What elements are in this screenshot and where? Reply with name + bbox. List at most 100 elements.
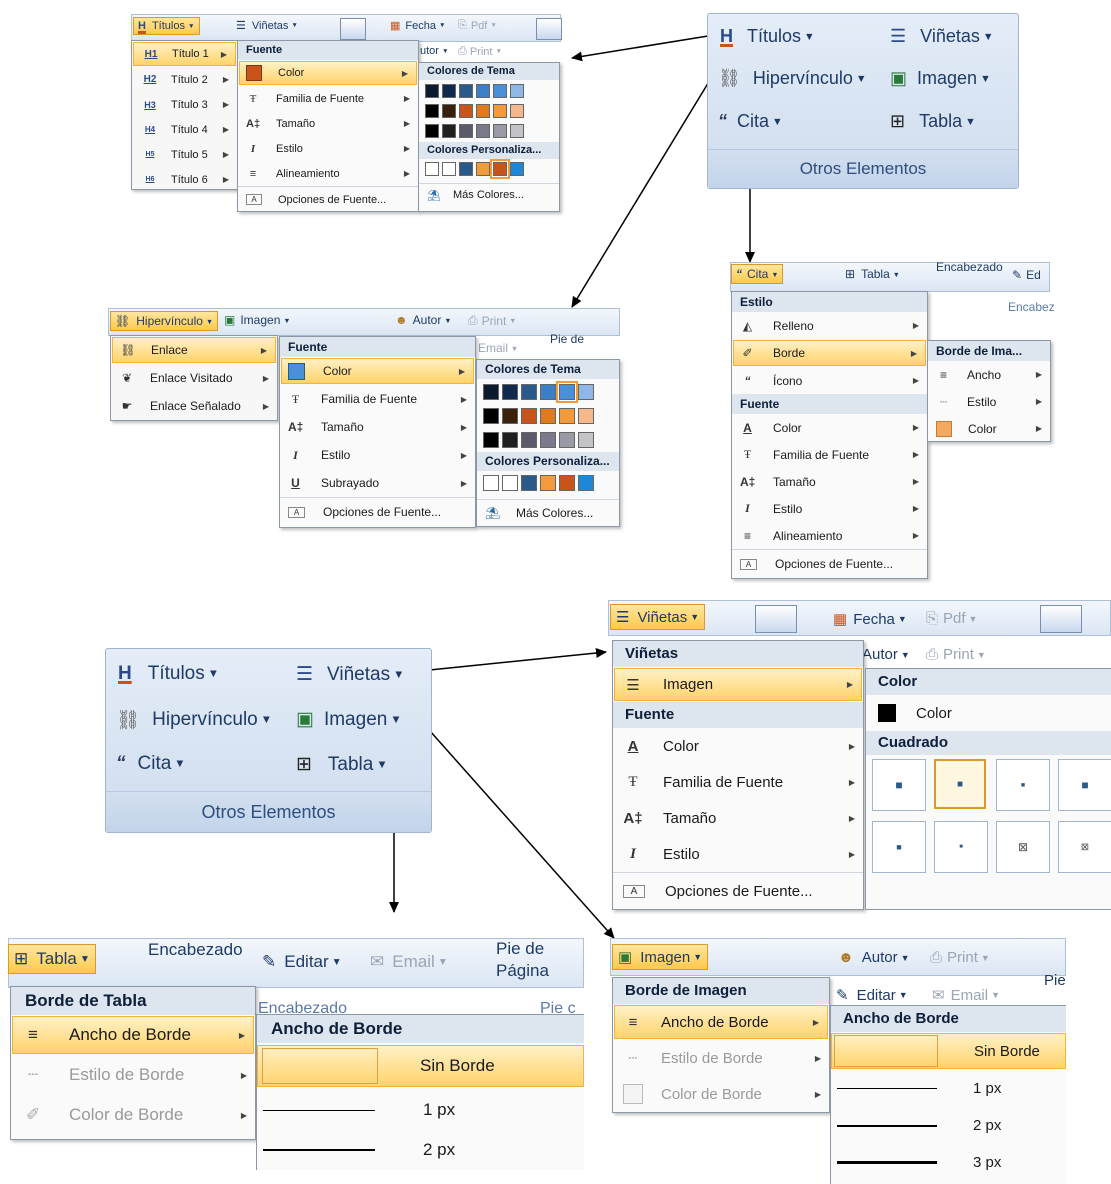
hipervinculo-button[interactable]: ⛓ Hipervínculo ▼ bbox=[718, 68, 867, 89]
color-swatch[interactable] bbox=[476, 84, 490, 98]
print-button[interactable]: ⎙ Print ▼ bbox=[926, 646, 986, 663]
menu-item-enlace[interactable]: ⛓ Enlace ▶ bbox=[112, 337, 276, 363]
option-sin-borde[interactable]: Sin Borde bbox=[257, 1045, 584, 1087]
email-ribbon-button[interactable]: ✉ Email ▼ bbox=[370, 952, 448, 972]
titulos-button[interactable]: H Títulos ▼ bbox=[118, 663, 219, 685]
color-swatch[interactable] bbox=[540, 384, 556, 400]
color-swatch[interactable] bbox=[425, 84, 439, 98]
tabla-button[interactable]: ⊞ Tabla ▼ bbox=[890, 111, 976, 132]
autor-ribbon-button[interactable]: ☻ Autor ▼ bbox=[395, 313, 451, 327]
option-1px[interactable]: 1 px bbox=[831, 1070, 1066, 1107]
menu-item-familia[interactable]: Ŧ Familia de Fuente ▶ bbox=[238, 86, 418, 111]
option-3px[interactable]: 3 px bbox=[831, 1144, 1066, 1181]
bullet-option-8[interactable]: ⊠ bbox=[1058, 821, 1111, 873]
color-swatch[interactable] bbox=[425, 104, 439, 118]
pie-pagina-label[interactable]: Pie de Página bbox=[496, 938, 549, 982]
menu-item-relleno[interactable]: ◭ Relleno ▶ bbox=[732, 312, 927, 339]
pdf-button[interactable]: ⎘ Pdf ▼ bbox=[926, 610, 977, 627]
color-swatch[interactable] bbox=[476, 124, 490, 138]
bullet-option-4[interactable]: ■ bbox=[1058, 759, 1111, 811]
vinetas-button[interactable]: ☰ Viñetas ▼ bbox=[296, 663, 404, 686]
menu-item-opciones-fuente[interactable]: A Opciones de Fuente... bbox=[280, 498, 475, 526]
menu-item-tamano[interactable]: A‡ Tamaño ▶ bbox=[613, 800, 863, 836]
menu-item-enlace-senalado[interactable]: ☛ Enlace Señalado ▶ bbox=[111, 392, 277, 420]
menu-item-imagen[interactable]: ☰ Imagen ▶ bbox=[614, 668, 862, 701]
encabezado-ribbon-label[interactable]: Encabezado bbox=[936, 260, 1003, 274]
option-2px[interactable]: 2 px bbox=[831, 1107, 1066, 1144]
mas-colores-item[interactable]: ⛱ Más Colores... bbox=[419, 184, 559, 206]
menu-item-subrayado[interactable]: U Subrayado ▶ bbox=[280, 469, 475, 497]
color-swatch[interactable] bbox=[483, 384, 499, 400]
menu-item-color[interactable]: A Color ▶ bbox=[732, 414, 927, 441]
menu-item-estilo[interactable]: I Estilo ▶ bbox=[732, 495, 927, 522]
email-ribbon-button[interactable]: Email ▼ bbox=[478, 341, 518, 355]
menu-item-bullet-color[interactable]: Color bbox=[866, 695, 1111, 731]
menu-item-titulo-6[interactable]: H6 Título 6 ▶ bbox=[132, 167, 237, 192]
vinetas-ribbon-button[interactable]: ☰ Viñetas ▼ bbox=[236, 19, 298, 33]
tabla-button[interactable]: ⊞ Tabla ▼ bbox=[296, 753, 388, 776]
color-swatch[interactable] bbox=[502, 432, 518, 448]
autor-button[interactable]: utor ▼ bbox=[420, 45, 449, 57]
menu-item-familia[interactable]: Ŧ Familia de Fuente ▶ bbox=[732, 441, 927, 468]
menu-item-estilo[interactable]: I Estilo ▶ bbox=[238, 136, 418, 161]
vinetas-button-open[interactable]: ☰ Viñetas ▼ bbox=[610, 604, 706, 630]
vinetas-button[interactable]: ☰ Viñetas ▼ bbox=[890, 26, 994, 47]
menu-item-estilo[interactable]: I Estilo ▶ bbox=[280, 441, 475, 469]
bullet-option-5[interactable]: ■ bbox=[872, 821, 926, 873]
color-swatch[interactable] bbox=[510, 162, 524, 176]
menu-item-enlace-visitado[interactable]: ❦ Enlace Visitado ▶ bbox=[111, 364, 277, 392]
fecha-button[interactable]: ▦ Fecha ▼ bbox=[390, 19, 446, 33]
menu-item-alineamiento[interactable]: ≡ Alineamiento ▶ bbox=[238, 161, 418, 186]
bullet-option-7[interactable]: ⊠ bbox=[996, 821, 1050, 873]
color-swatch[interactable] bbox=[578, 408, 594, 424]
menu-item-tamano[interactable]: A‡ Tamaño ▶ bbox=[238, 111, 418, 136]
color-swatch[interactable] bbox=[540, 475, 556, 491]
menu-item-opciones-fuente[interactable]: A Opciones de Fuente... bbox=[238, 187, 418, 212]
color-swatch[interactable] bbox=[510, 124, 524, 138]
titulos-button[interactable]: H Títulos ▼ bbox=[720, 26, 815, 47]
pdf-button[interactable]: ⎘ Pdf ▼ bbox=[458, 19, 497, 32]
menu-item-color[interactable]: Color ▶ bbox=[239, 61, 417, 85]
color-swatch[interactable] bbox=[476, 104, 490, 118]
menu-item-tamano[interactable]: A‡ Tamaño ▶ bbox=[732, 468, 927, 495]
menu-item-titulo-3[interactable]: H3 Título 3 ▶ bbox=[132, 92, 237, 117]
menu-item-tamano[interactable]: A‡ Tamaño ▶ bbox=[280, 413, 475, 441]
color-swatch[interactable] bbox=[502, 384, 518, 400]
menu-item-estilo-borde[interactable]: ┄ Estilo ▶ bbox=[928, 388, 1050, 415]
option-2px[interactable]: 2 px bbox=[257, 1131, 584, 1169]
print-button[interactable]: ⎙ Print ▼ bbox=[458, 45, 502, 58]
color-swatch[interactable] bbox=[442, 84, 456, 98]
menu-item-ancho-borde[interactable]: ≡ Ancho de Borde ▶ bbox=[614, 1005, 828, 1039]
menu-item-titulo-2[interactable]: H2 Título 2 ▶ bbox=[132, 67, 237, 92]
bullet-option-6[interactable]: ■ bbox=[934, 821, 988, 873]
color-swatch[interactable] bbox=[459, 162, 473, 176]
titulos-button-open[interactable]: H Títulos ▼ bbox=[133, 17, 200, 35]
bullet-option-2[interactable]: ■ bbox=[934, 759, 986, 809]
menu-item-color-borde[interactable]: Color de Borde ▶ bbox=[613, 1076, 829, 1112]
fecha-button[interactable]: ▦ Fecha ▼ bbox=[833, 610, 907, 629]
color-swatch[interactable] bbox=[493, 104, 507, 118]
bullet-option-3[interactable]: ■ bbox=[996, 759, 1050, 811]
color-swatch[interactable] bbox=[559, 475, 575, 491]
color-swatch[interactable] bbox=[510, 84, 524, 98]
pie-ribbon-label[interactable]: Pie bbox=[1044, 972, 1066, 989]
color-swatch[interactable] bbox=[521, 432, 537, 448]
pie-pagina-label[interactable]: Pie de bbox=[550, 332, 584, 346]
color-swatch[interactable] bbox=[540, 408, 556, 424]
tabla-ribbon-button[interactable]: ⊞ Tabla ▼ bbox=[845, 267, 900, 281]
color-swatch[interactable] bbox=[540, 432, 556, 448]
hipervinculo-button[interactable]: ⛓ Hipervínculo ▼ bbox=[116, 708, 272, 732]
color-swatch[interactable] bbox=[578, 384, 594, 400]
imagen-button[interactable]: ▣ Imagen ▼ bbox=[296, 708, 402, 731]
menu-item-titulo-1[interactable]: H1 Título 1 ▶ bbox=[133, 42, 236, 66]
menu-item-borde[interactable]: ✐ Borde ▶ bbox=[733, 340, 926, 366]
color-swatch[interactable] bbox=[442, 124, 456, 138]
editar-ribbon-button[interactable]: ✎ Editar ▼ bbox=[836, 986, 908, 1005]
hipervinculo-button-open[interactable]: ⛓ Hipervínculo ▼ bbox=[110, 311, 219, 331]
color-swatch[interactable] bbox=[476, 162, 490, 176]
color-swatch[interactable] bbox=[578, 475, 594, 491]
menu-item-ancho[interactable]: ≡ Ancho ▶ bbox=[928, 361, 1050, 388]
print-ribbon-button[interactable]: ⎙ Print ▼ bbox=[930, 949, 990, 966]
menu-item-opciones-fuente[interactable]: A Opciones de Fuente... bbox=[613, 873, 863, 909]
option-sin-borde[interactable]: Sin Borde bbox=[831, 1033, 1066, 1069]
